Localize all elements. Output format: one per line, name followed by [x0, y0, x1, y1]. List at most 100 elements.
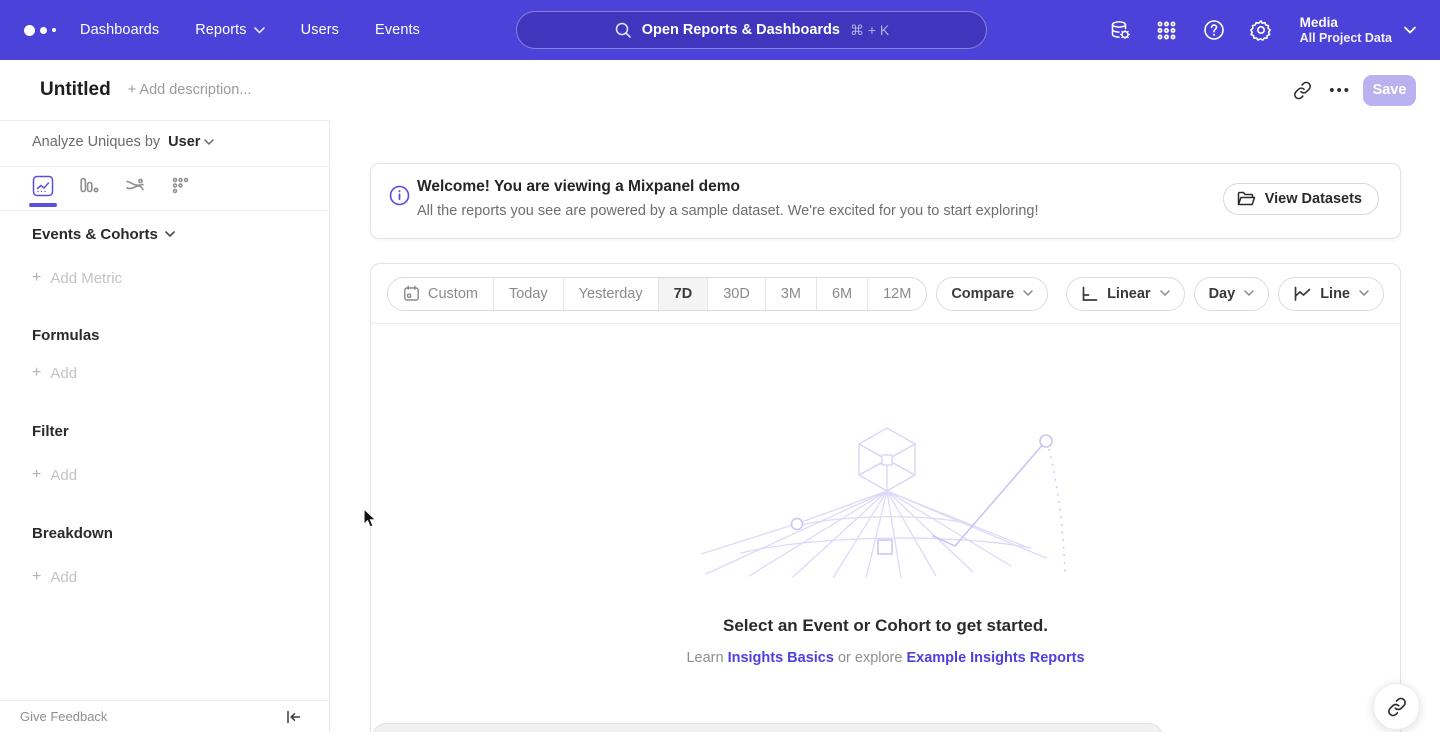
nav-item-dashboards[interactable]: Dashboards — [80, 14, 159, 46]
empty-state-subtitle: Learn Insights Basics or explore Example… — [371, 650, 1400, 666]
visualization-tabs — [32, 167, 216, 210]
query-builder-sidebar: Analyze Uniques by User — [0, 120, 330, 732]
plus-icon: + — [32, 364, 41, 382]
chart-type-dropdown[interactable]: Line — [1278, 277, 1384, 311]
date-range-today[interactable]: Today — [493, 278, 563, 310]
date-range-yesterday[interactable]: Yesterday — [563, 278, 658, 310]
data-management-icon[interactable] — [1108, 18, 1132, 42]
chevron-down-icon — [204, 139, 214, 146]
folder-icon — [1237, 191, 1256, 207]
banner-subtitle: All the reports you see are powered by a… — [417, 203, 1039, 219]
date-range-label: Today — [509, 286, 548, 302]
navbar-right: Media All Project Data — [1108, 0, 1416, 60]
nav-item-reports[interactable]: Reports — [195, 14, 264, 46]
give-feedback-link[interactable]: Give Feedback — [20, 709, 107, 724]
compare-button[interactable]: Compare — [936, 277, 1048, 311]
link-icon — [1293, 81, 1312, 100]
chevron-down-icon — [1023, 290, 1033, 297]
analyze-row: Analyze Uniques by User — [32, 134, 214, 150]
interval-dropdown[interactable]: Day — [1194, 277, 1270, 311]
report-header: Untitled + Add description... ••• Save — [0, 60, 1440, 120]
date-range-label: Custom — [428, 286, 478, 302]
nav-item-events[interactable]: Events — [375, 14, 420, 46]
more-options-button[interactable]: ••• — [1329, 82, 1351, 99]
example-insights-reports-link[interactable]: Example Insights Reports — [906, 650, 1084, 666]
report-description-placeholder[interactable]: + Add description... — [128, 82, 252, 98]
chart-display-controls: Linear Day Line — [1066, 277, 1384, 311]
analyze-label: Analyze Uniques by — [32, 134, 160, 150]
date-range-label: 12M — [883, 286, 911, 302]
view-datasets-button[interactable]: View Datasets — [1223, 183, 1379, 215]
project-name: Media — [1300, 14, 1392, 31]
help-icon[interactable] — [1202, 18, 1226, 42]
add-metric-label: Add Metric — [50, 270, 122, 287]
section-title-label: Breakdown — [32, 525, 113, 542]
date-range-30d[interactable]: 30D — [707, 278, 765, 310]
section-title-label: Filter — [32, 423, 69, 440]
plus-icon: + — [32, 568, 41, 586]
linear-axis-icon — [1081, 286, 1099, 302]
add-filter-button[interactable]: + Add — [32, 466, 77, 484]
insights-basics-link[interactable]: Insights Basics — [728, 650, 834, 666]
nav-item-label: Reports — [195, 22, 246, 38]
date-range-label: 3M — [781, 286, 801, 302]
active-tab-indicator — [29, 203, 57, 207]
formulas-section-title: Formulas — [32, 327, 100, 344]
link-icon — [1387, 697, 1407, 717]
search-icon — [614, 21, 632, 39]
date-range-6m[interactable]: 6M — [816, 278, 867, 310]
top-navbar: Dashboards Reports Users Events Open Rep… — [0, 0, 1440, 60]
share-link-fab[interactable] — [1373, 683, 1420, 730]
project-switcher[interactable]: Media All Project Data — [1300, 14, 1416, 46]
date-range-label: Yesterday — [579, 286, 643, 302]
settings-gear-icon[interactable] — [1249, 18, 1273, 42]
line-chart-icon — [1293, 286, 1312, 302]
insights-report-card: Custom Today Yesterday 7D 30D 3M 6M 12M … — [370, 263, 1401, 732]
add-breakdown-button[interactable]: + Add — [32, 568, 77, 586]
tab-insights-line[interactable] — [32, 175, 54, 197]
date-range-3m[interactable]: 3M — [765, 278, 816, 310]
scale-dropdown[interactable]: Linear — [1066, 277, 1185, 311]
date-range-label: 6M — [832, 286, 852, 302]
scale-label: Linear — [1107, 286, 1151, 302]
mixpanel-logo-icon[interactable] — [24, 25, 70, 36]
date-range-label: 30D — [723, 286, 750, 302]
nav-item-label: Dashboards — [80, 22, 159, 38]
collapse-sidebar-button[interactable] — [286, 710, 301, 724]
info-icon — [389, 185, 410, 206]
nav-item-users[interactable]: Users — [301, 14, 339, 46]
search-shortcut: ⌘ + K — [850, 22, 889, 39]
apps-grid-icon[interactable] — [1155, 18, 1179, 42]
chevron-down-icon — [1359, 290, 1369, 297]
tab-bar-chart[interactable] — [78, 175, 100, 197]
report-title[interactable]: Untitled — [40, 79, 111, 101]
tab-metrics-grid[interactable] — [170, 175, 192, 197]
chevron-down-icon — [1404, 26, 1416, 34]
global-search-button[interactable]: Open Reports & Dashboards ⌘ + K — [516, 11, 987, 49]
date-range-7d[interactable]: 7D — [658, 278, 708, 310]
date-range-label: 7D — [674, 286, 693, 302]
tab-flows[interactable] — [124, 175, 146, 197]
welcome-banner: Welcome! You are viewing a Mixpanel demo… — [370, 163, 1401, 239]
chevron-down-icon — [165, 231, 175, 238]
learn-prefix: Learn — [686, 650, 727, 666]
collapsed-bottom-panel[interactable] — [372, 723, 1163, 732]
date-range-12m[interactable]: 12M — [867, 278, 926, 310]
filter-section-title: Filter — [32, 423, 69, 440]
plus-icon: + — [32, 269, 41, 287]
save-button[interactable]: Save — [1363, 75, 1416, 106]
section-title-label: Events & Cohorts — [32, 226, 158, 243]
nav-item-label: Users — [301, 22, 339, 38]
add-formula-button[interactable]: + Add — [32, 364, 77, 382]
collapse-left-icon — [286, 710, 301, 724]
empty-state-title: Select an Event or Cohort to get started… — [371, 616, 1400, 636]
analyze-by-dropdown[interactable]: User — [168, 134, 214, 150]
search-placeholder: Open Reports & Dashboards — [642, 22, 840, 38]
main-content: Welcome! You are viewing a Mixpanel demo… — [330, 120, 1440, 732]
events-cohorts-section-title[interactable]: Events & Cohorts — [32, 226, 175, 243]
date-range-custom[interactable]: Custom — [388, 278, 493, 310]
copy-link-button[interactable] — [1285, 73, 1319, 107]
add-metric-button[interactable]: + Add Metric — [32, 269, 122, 287]
section-title-label: Formulas — [32, 327, 100, 344]
nav-item-label: Events — [375, 22, 420, 38]
